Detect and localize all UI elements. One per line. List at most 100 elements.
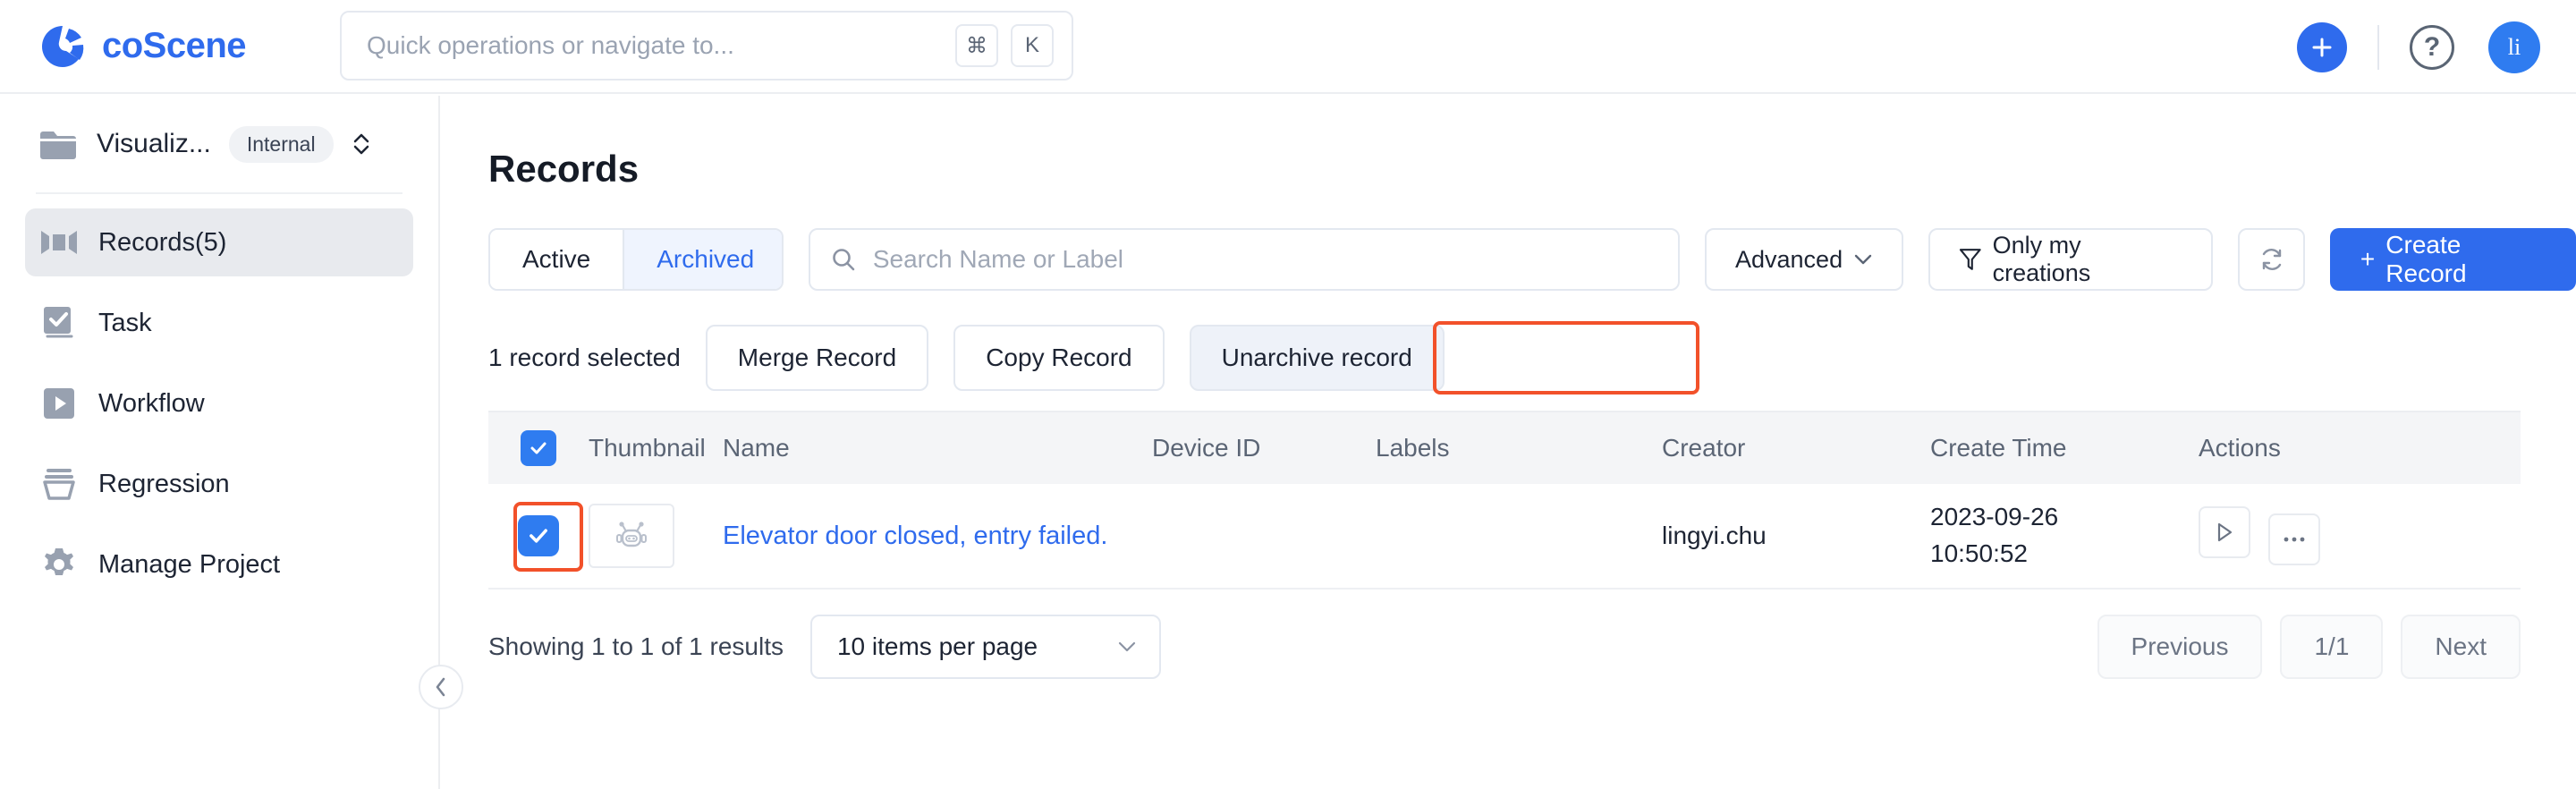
column-header-name: Name: [723, 434, 790, 462]
top-bar: coScene Quick operations or navigate to.…: [0, 0, 2576, 94]
question-mark-icon: ?: [2423, 31, 2441, 62]
search-icon: [833, 249, 855, 271]
unarchive-highlight-annotation: [1433, 321, 1699, 394]
sidebar-item-label: Regression: [98, 469, 230, 498]
workflow-icon: [39, 384, 79, 423]
advanced-filter-button[interactable]: Advanced: [1705, 228, 1904, 291]
search-placeholder: Search Name or Label: [872, 245, 1124, 273]
row-checkbox[interactable]: [488, 515, 589, 556]
chevron-down-icon: [1118, 641, 1136, 652]
checkbox-checked-icon: [521, 430, 556, 466]
project-visibility-badge: Internal: [228, 125, 334, 163]
record-name-link[interactable]: Elevator door closed, entry failed.: [723, 522, 1107, 550]
only-my-creations-button[interactable]: Only my creations: [1928, 228, 2214, 291]
play-record-button[interactable]: [2199, 506, 2250, 558]
records-icon: [39, 223, 79, 262]
page-indicator[interactable]: 1/1: [2280, 615, 2384, 679]
create-record-prefix: +: [2360, 245, 2376, 273]
only-my-creations-label: Only my creations: [1992, 232, 2091, 286]
advanced-label: Advanced: [1735, 245, 1843, 273]
selection-action-bar: 1 record selected Merge Record Copy Reco…: [488, 321, 2576, 394]
folder-icon: [40, 132, 76, 159]
more-horizontal-icon: [2284, 537, 2305, 542]
kbd-command-icon: ⌘: [955, 24, 998, 67]
create-date: 2023-09-26: [1930, 503, 2059, 531]
plus-icon: [2312, 38, 2332, 56]
table-header-row: Thumbnail Name Device ID Labels Creator …: [488, 411, 2521, 484]
omnibox-placeholder: Quick operations or navigate to...: [367, 31, 734, 59]
selection-count: 1 record selected: [488, 344, 681, 371]
sidebar-item-workflow[interactable]: Workflow: [25, 369, 413, 437]
tab-active[interactable]: Active: [490, 230, 623, 289]
checkbox-checked-icon: [518, 515, 559, 556]
add-button[interactable]: [2297, 21, 2347, 72]
chevron-up-down-icon[interactable]: [352, 130, 371, 158]
thumbnail-frame: [589, 504, 674, 568]
status-tabs: Active Archived: [488, 228, 784, 291]
column-header-actions: Actions: [2199, 434, 2281, 462]
divider: [2377, 24, 2379, 70]
robot-icon: [616, 522, 647, 547]
previous-page-button[interactable]: Previous: [2097, 615, 2263, 679]
main-content: Records Active Archived Search Name or L…: [442, 96, 2576, 789]
regression-icon: [39, 464, 79, 504]
column-header-labels: Labels: [1376, 434, 1450, 462]
row-creator: lingyi.chu: [1662, 522, 1767, 549]
tab-archived[interactable]: Archived: [623, 230, 782, 289]
row-more-button[interactable]: [2268, 513, 2321, 565]
table-row: Elevator door closed, entry failed. ling…: [488, 484, 2521, 590]
sidebar-item-label: Workflow: [98, 388, 205, 418]
unarchive-record-button[interactable]: Unarchive record: [1189, 325, 1445, 391]
sidebar-item-label: Records(5): [98, 227, 227, 257]
refresh-icon: [2262, 249, 2281, 270]
records-table: Thumbnail Name Device ID Labels Creator …: [488, 411, 2521, 590]
play-icon: [2217, 522, 2233, 542]
avatar[interactable]: li: [2488, 21, 2540, 73]
column-header-device-id: Device ID: [1152, 434, 1261, 462]
project-name: Visualiz...: [97, 129, 211, 158]
merge-record-button[interactable]: Merge Record: [705, 325, 929, 391]
records-toolbar: Active Archived Search Name or Label Adv…: [488, 228, 2576, 291]
items-per-page-value: 10 items per page: [836, 632, 1038, 660]
sidebar-nav: Records(5) Task Workflow Regression Mana…: [0, 194, 438, 598]
sidebar-item-label: Manage Project: [98, 549, 281, 579]
items-per-page-select[interactable]: 10 items per page: [809, 615, 1161, 679]
gear-icon: [39, 545, 79, 584]
kbd-k: K: [1011, 24, 1054, 67]
project-selector[interactable]: Visualiz... Internal: [0, 96, 438, 192]
pagination: Previous 1/1 Next: [2097, 615, 2521, 679]
select-all-checkbox[interactable]: [488, 430, 589, 466]
task-icon: [39, 303, 79, 343]
create-record-label: Create Record: [2385, 231, 2467, 287]
sidebar-item-label: Task: [98, 308, 152, 337]
sidebar: Visualiz... Internal Records(5) Task Wor…: [0, 96, 440, 789]
results-summary: Showing 1 to 1 of 1 results: [488, 632, 784, 660]
column-header-thumbnail: Thumbnail: [589, 434, 706, 462]
column-header-create-time: Create Time: [1930, 434, 2067, 462]
column-header-creator: Creator: [1662, 434, 1746, 462]
row-thumbnail: [589, 504, 723, 568]
sidebar-item-task[interactable]: Task: [25, 289, 413, 357]
create-clock: 10:50:52: [1930, 539, 2028, 567]
row-create-time: 2023-09-26 10:50:52: [1930, 499, 2199, 572]
copy-record-button[interactable]: Copy Record: [953, 325, 1165, 391]
row-actions: [2199, 506, 2431, 565]
brand-name: coScene: [102, 26, 247, 65]
create-record-button[interactable]: + Create Record: [2329, 228, 2576, 291]
coscene-logo-icon: [42, 25, 84, 67]
help-button[interactable]: ?: [2410, 24, 2454, 70]
table-footer: Showing 1 to 1 of 1 results 10 items per…: [488, 615, 2521, 679]
sidebar-item-regression[interactable]: Regression: [25, 450, 413, 518]
filter-icon: [1959, 249, 1981, 270]
omnibox[interactable]: Quick operations or navigate to... ⌘ K: [340, 11, 1073, 81]
sidebar-item-manage-project[interactable]: Manage Project: [25, 530, 413, 598]
sidebar-item-records[interactable]: Records(5): [25, 208, 413, 276]
next-page-button[interactable]: Next: [2401, 615, 2521, 679]
top-bar-right: ? li: [2297, 0, 2540, 94]
search-input[interactable]: Search Name or Label: [808, 228, 1680, 291]
brand[interactable]: coScene: [39, 23, 247, 70]
page-title: Records: [488, 148, 640, 190]
chevron-down-icon: [1854, 254, 1872, 265]
row-name[interactable]: Elevator door closed, entry failed.: [723, 522, 1152, 551]
refresh-button[interactable]: [2238, 228, 2305, 291]
